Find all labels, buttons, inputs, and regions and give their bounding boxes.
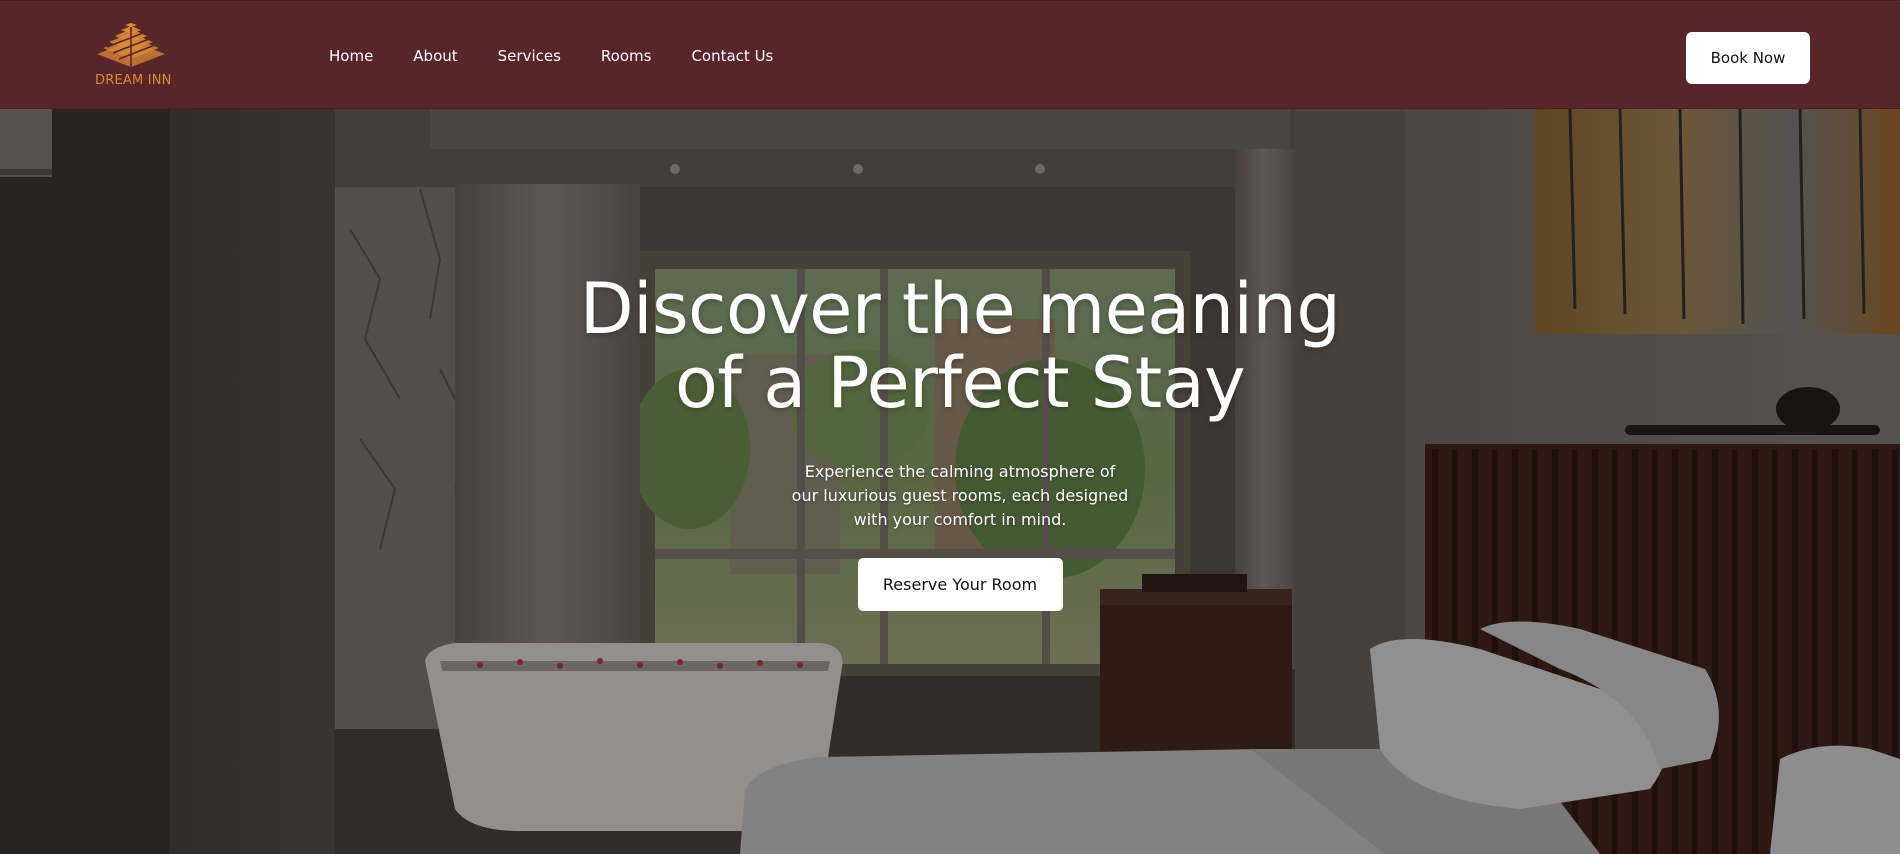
reserve-room-button[interactable]: Reserve Your Room [857, 558, 1063, 611]
book-now-button[interactable]: Book Now [1686, 32, 1810, 84]
logo[interactable]: DREAM INN [95, 23, 175, 89]
hero-subtitle-line-2: our luxurious guest rooms, each designed [791, 486, 1129, 505]
hero-subtitle-line-3: with your comfort in mind. [853, 510, 1067, 529]
hero-content: Discover the meaning of a Perfect Stay E… [450, 272, 1470, 611]
hero-title-line-2: of a Perfect Stay [674, 342, 1246, 424]
hero-title: Discover the meaning of a Perfect Stay [450, 272, 1470, 420]
nav-home[interactable]: Home [329, 47, 373, 65]
logo-pyramid-icon [97, 23, 165, 67]
nav-contact-us[interactable]: Contact Us [691, 47, 773, 65]
nav-about[interactable]: About [413, 47, 457, 65]
hero-section: Discover the meaning of a Perfect Stay E… [0, 109, 1900, 854]
site-header: DREAM INN Home About Services Rooms Cont… [0, 0, 1900, 109]
logo-text: DREAM INN [95, 73, 172, 88]
main-nav: Home About Services Rooms Contact Us [329, 1, 813, 110]
nav-rooms[interactable]: Rooms [601, 47, 652, 65]
hero-subtitle-line-1: Experience the calming atmosphere of [804, 462, 1116, 481]
hero-subtitle: Experience the calming atmosphere of our… [790, 460, 1130, 532]
nav-services[interactable]: Services [498, 47, 561, 65]
hero-title-line-1: Discover the meaning [579, 268, 1341, 350]
